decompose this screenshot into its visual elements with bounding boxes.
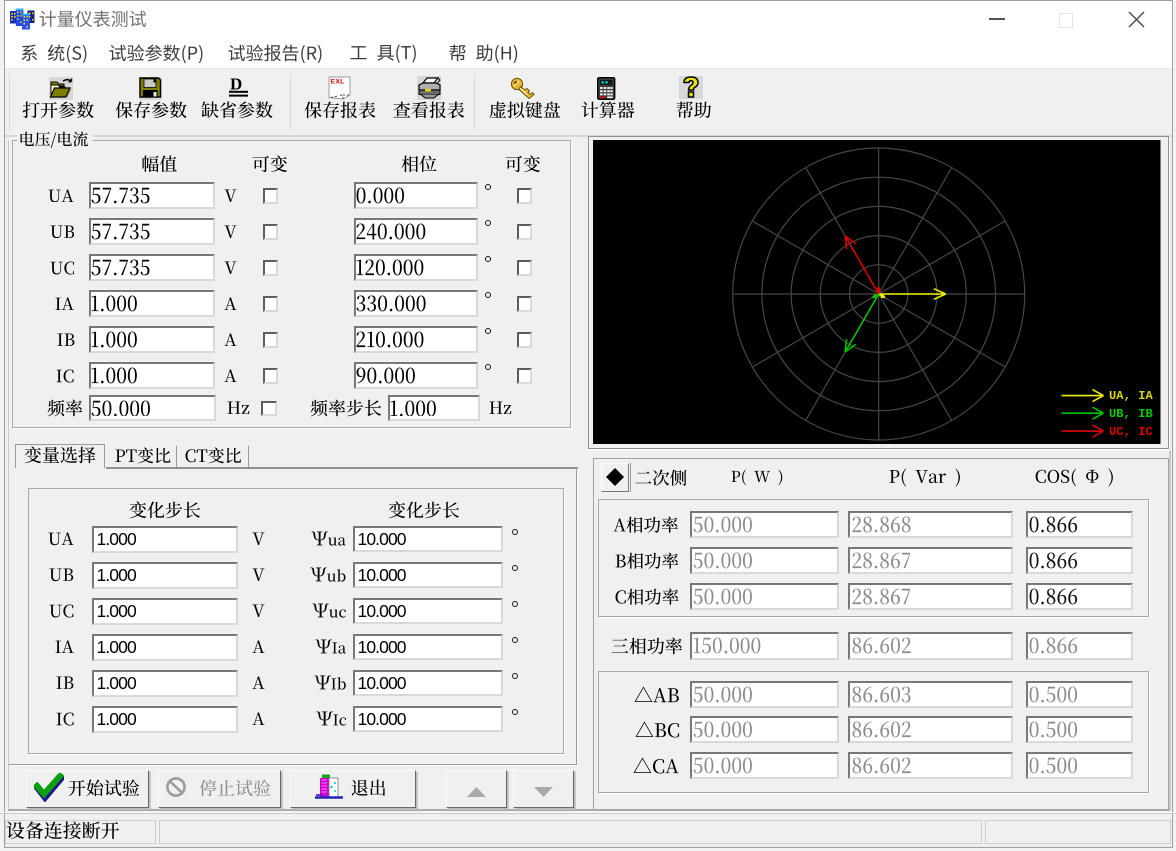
svg-text:EXL: EXL xyxy=(331,79,345,86)
svg-text:D: D xyxy=(230,75,242,94)
